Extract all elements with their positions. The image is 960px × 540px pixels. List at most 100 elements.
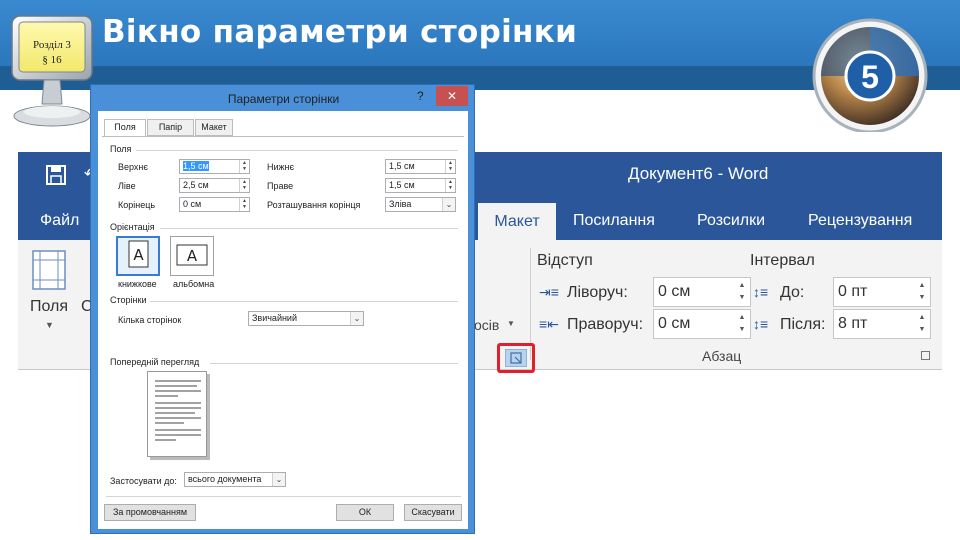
multiple-pages-label: Кілька сторінок: [118, 315, 182, 325]
tab-divider: [102, 136, 464, 137]
help-button[interactable]: ?: [417, 89, 424, 103]
spin-arrows-icon[interactable]: ▲ ▼: [445, 179, 455, 192]
spacing-title: Інтервал: [750, 252, 815, 269]
paragraph-number: § 16: [42, 54, 62, 66]
section-label: Розділ 3 § 16: [22, 38, 82, 68]
tab-references[interactable]: Посилання: [573, 212, 655, 230]
apply-to-value: всього документа: [188, 474, 262, 484]
portrait-icon: A: [128, 240, 149, 268]
document-title: Документ6 - Word: [628, 164, 769, 183]
indent-right-icon: ≡⇤: [539, 316, 559, 332]
grade-number: 5: [861, 59, 879, 95]
top-label: Верхнє: [118, 162, 148, 172]
paragraph-group-label: Абзац: [702, 348, 742, 364]
page-preview: [147, 371, 207, 457]
section-line: [150, 301, 458, 302]
landscape-glyph: A: [187, 247, 198, 265]
spacing-after-icon: ↕≡: [753, 316, 769, 332]
landscape-icon: A: [176, 244, 208, 266]
top-margin-field[interactable]: 1,5 см ▲ ▼: [179, 159, 250, 174]
top-value: 1,5 см: [183, 161, 209, 171]
portrait-option[interactable]: A: [116, 236, 160, 276]
chevron-down-icon: ▼: [45, 320, 54, 330]
grade-badge: 5: [810, 16, 940, 134]
paragraph-launcher-icon[interactable]: [921, 351, 930, 360]
right-indent-field[interactable]: 0 см ▲ ▼: [653, 309, 751, 339]
landscape-label: альбомна: [173, 279, 215, 289]
right-value: 1,5 см: [389, 180, 415, 190]
close-button[interactable]: ✕: [436, 86, 468, 106]
gutter-label: Корінець: [118, 200, 156, 210]
ok-button[interactable]: ОК: [336, 504, 394, 521]
portrait-label: книжкове: [118, 279, 157, 289]
bottom-label: Нижнє: [267, 162, 295, 172]
default-button[interactable]: За промовчанням: [104, 504, 196, 521]
tab-layout[interactable]: Макет: [478, 203, 556, 240]
spin-arrows-icon[interactable]: ▲ ▼: [239, 160, 249, 173]
section-line: [210, 363, 458, 364]
preview-section: Попередній перегляд: [110, 357, 200, 367]
margins-icon[interactable]: [32, 250, 66, 290]
gutter-position-value: Зліва: [389, 199, 412, 209]
margins-section: Поля: [110, 144, 132, 154]
gutter-position-select[interactable]: Зліва ⌄: [385, 197, 456, 212]
margins-button[interactable]: Поля: [30, 298, 68, 316]
bottom-margin-field[interactable]: 1,5 см ▲ ▼: [385, 159, 456, 174]
spin-arrows-icon[interactable]: ▲ ▼: [445, 160, 455, 173]
slide: Вікно параметри сторінки ↶ Документ6 - W…: [0, 0, 960, 540]
right-margin-field[interactable]: 1,5 см ▲ ▼: [385, 178, 456, 193]
bottom-value: 1,5 см: [389, 161, 415, 171]
tab-file[interactable]: Файл: [40, 212, 79, 230]
launcher-highlight: [497, 343, 535, 373]
multiple-pages-select[interactable]: Звичайний ⌄: [248, 311, 364, 326]
chevron-down-icon[interactable]: ⌄: [350, 312, 363, 325]
landscape-option[interactable]: A: [170, 236, 214, 276]
left-indent-field[interactable]: 0 см ▲ ▼: [653, 277, 751, 307]
tab-layout-label: Макет: [494, 213, 540, 230]
indent-left-icon: ⇥≡: [539, 284, 559, 300]
spin-arrows-icon[interactable]: ▲ ▼: [737, 280, 747, 304]
indent-title: Відступ: [537, 252, 593, 269]
after-field[interactable]: 8 пт ▲ ▼: [833, 309, 931, 339]
before-label: До:: [780, 284, 805, 301]
before-value: 0 пт: [838, 283, 868, 300]
left-value: 2,5 см: [183, 180, 209, 190]
tab-layout-dialog[interactable]: Макет: [195, 119, 233, 136]
spin-arrows-icon[interactable]: ▲ ▼: [917, 280, 927, 304]
left-indent-value: 0 см: [658, 283, 691, 300]
chevron-down-icon: ▼: [507, 319, 515, 328]
hyphenation-fragment[interactable]: осів: [474, 317, 499, 333]
right-label: Праве: [267, 181, 294, 191]
left-margin-field[interactable]: 2,5 см ▲ ▼: [179, 178, 250, 193]
right-indent-label: Праворуч:: [567, 316, 644, 333]
dialog-body: Поля Папір Макет Поля Верхнє 1,5 см ▲ ▼ Н…: [98, 111, 468, 529]
after-value: 8 пт: [838, 315, 868, 332]
left-indent-label: Ліворуч:: [567, 284, 628, 301]
tab-mailings[interactable]: Розсилки: [697, 212, 765, 230]
spin-arrows-icon[interactable]: ▲ ▼: [239, 179, 249, 192]
gutter-position-label: Розташування корінця: [267, 200, 361, 210]
chevron-down-icon[interactable]: ⌄: [442, 198, 455, 211]
spacing-before-icon: ↕≡: [753, 284, 769, 300]
portrait-glyph: A: [133, 246, 144, 264]
save-icon[interactable]: [46, 165, 66, 185]
preview-lines-icon: [155, 380, 201, 441]
spin-arrows-icon[interactable]: ▲ ▼: [917, 312, 927, 336]
spin-arrows-icon[interactable]: ▲ ▼: [239, 198, 249, 211]
tab-margins[interactable]: Поля: [104, 119, 146, 137]
pages-section: Сторінки: [110, 295, 147, 305]
before-field[interactable]: 0 пт ▲ ▼: [833, 277, 931, 307]
monitor-icon: [6, 8, 98, 132]
multiple-pages-value: Звичайний: [252, 313, 297, 323]
spin-arrows-icon[interactable]: ▲ ▼: [737, 312, 747, 336]
tab-paper[interactable]: Папір: [147, 119, 194, 136]
tab-review[interactable]: Рецензування: [808, 212, 912, 230]
section-line: [136, 150, 458, 151]
right-indent-value: 0 см: [658, 315, 691, 332]
section-line: [106, 496, 461, 497]
gutter-field[interactable]: 0 см ▲ ▼: [179, 197, 250, 212]
orientation-section: Орієнтація: [110, 222, 155, 232]
chevron-down-icon[interactable]: ⌄: [272, 473, 285, 486]
apply-to-select[interactable]: всього документа ⌄: [184, 472, 286, 487]
cancel-button[interactable]: Скасувати: [404, 504, 462, 521]
